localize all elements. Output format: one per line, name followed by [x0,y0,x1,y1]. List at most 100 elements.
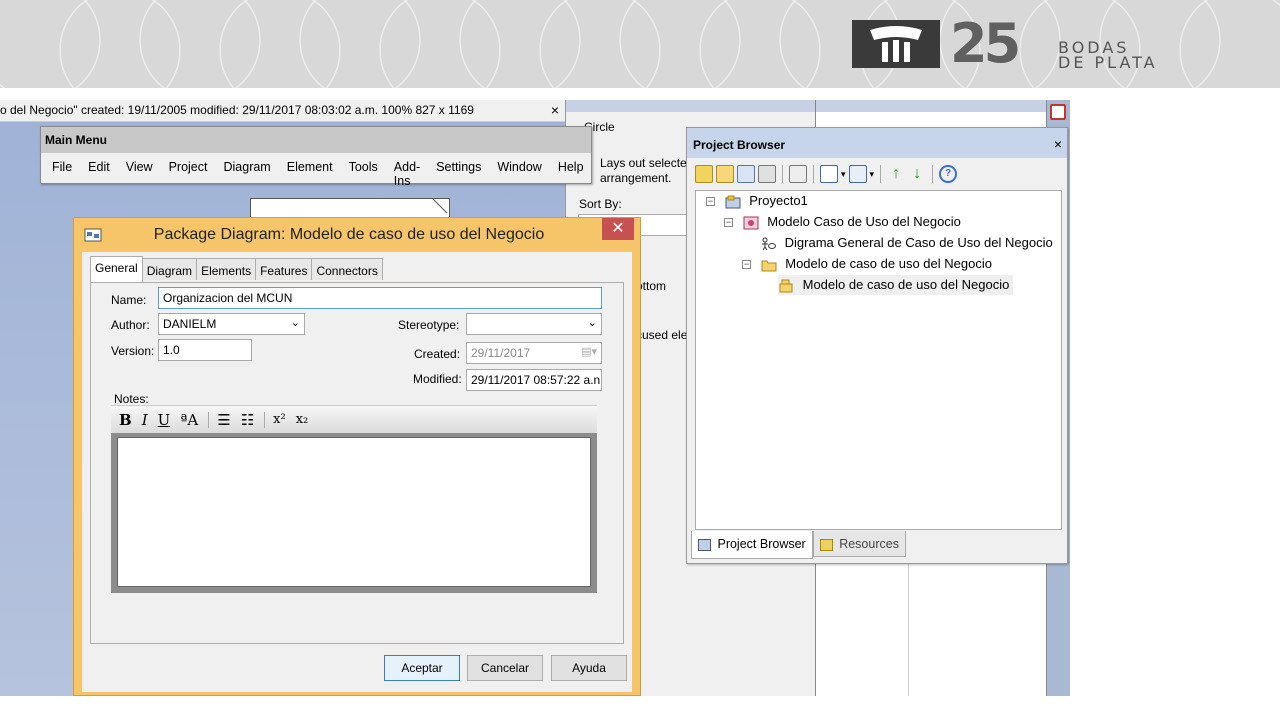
main-menu-title: Main Menu [41,127,591,153]
tree-item-label: Proyecto1 [749,193,808,208]
properties-divider [908,562,909,696]
subscript-button[interactable]: x₂ [296,412,309,427]
window-icon[interactable] [848,165,867,183]
toolbar-separator [813,165,814,183]
author-value: DANIELM [163,317,217,331]
use-case-diagram-icon [760,237,776,251]
help-icon[interactable]: ? [939,165,958,183]
collapse-icon[interactable]: − [742,260,751,270]
chevron-down-icon[interactable]: ▾ [841,169,846,180]
stereotype-label: Stereotype: [398,318,460,332]
main-menu-bar: File Edit View Project Diagram Element T… [41,153,591,188]
tree-item-modelo-caso-folder[interactable]: − Modelo de caso de uso del Negocio [742,254,992,274]
tree-item-proyecto1[interactable]: − Proyecto1 [706,191,808,211]
new-package-icon[interactable] [716,165,734,183]
logo-text-line2: DE PLATA [1058,53,1158,72]
palette-title-bar [566,100,815,112]
menu-settings[interactable]: Settings [436,160,481,188]
package-diagram-dialog: Package Diagram: Modelo de caso de uso d… [73,217,641,696]
tab-general[interactable]: General [90,256,143,282]
modified-label: Modified: [413,372,462,386]
tree-item-modelo-caso-diagram[interactable]: Modelo de caso de uso del Negocio [778,275,1014,295]
find-icon[interactable] [789,165,807,183]
palette-desc-line2: arrangement. [600,171,672,185]
author-select[interactable]: DANIELM ⌄ [158,313,305,335]
chevron-down-icon[interactable]: ▾ [870,169,875,180]
palette-desc-line1: Lays out selectec [600,156,693,170]
italic-button[interactable]: I [142,411,148,429]
logo-icon [852,20,940,68]
menu-add-ins[interactable]: Add-Ins [394,160,420,188]
arrow-up-icon[interactable]: ↑ [887,165,905,183]
project-browser-window: Project Browser × ▾ ▾ ↑ ↓ ? − Proyecto1 … [686,127,1068,564]
tab-diagram[interactable]: Diagram [141,258,198,280]
tree-item-digrama-general[interactable]: Digrama General de Caso de Uso del Negoc… [760,233,1053,253]
bold-button[interactable]: B [119,411,132,429]
menu-help[interactable]: Help [558,160,584,188]
menu-window[interactable]: Window [497,160,541,188]
bullet-list-icon[interactable]: ☰ [217,411,230,429]
collapse-icon[interactable]: − [706,197,715,207]
status-close-icon[interactable]: × [551,102,559,118]
collapse-icon[interactable]: − [724,218,733,228]
tree-item-label: Modelo de caso de uso del Negocio [785,256,992,271]
name-input[interactable]: Organizacion del MCUN [158,287,602,309]
project-browser-close-icon[interactable]: × [1054,136,1062,152]
help-button[interactable]: Ayuda [551,655,627,681]
menu-project[interactable]: Project [169,160,208,188]
menu-view[interactable]: View [126,160,153,188]
project-icon [698,538,711,551]
main-menu-window: Main Menu File Edit View Project Diagram… [40,126,592,188]
ok-button[interactable]: Aceptar [384,655,460,681]
toolbar-separator [264,411,266,428]
document-icon[interactable] [820,165,838,183]
tab-label: Project Browser [717,537,806,551]
new-diagram-icon[interactable] [737,165,755,183]
version-input[interactable]: 1.0 [158,339,252,361]
tab-project-browser[interactable]: Project Browser [691,531,813,559]
tab-label: Resources [839,537,899,551]
dialog-tabs: General Diagram Elements Features Connec… [90,256,383,282]
chevron-down-icon: ⌄ [587,317,597,329]
underline-button[interactable]: U [158,411,171,429]
project-icon [725,195,741,209]
dialog-title: Package Diagram: Modelo de caso de uso d… [153,226,545,243]
new-model-icon[interactable] [695,165,713,183]
calendar-icon: ▤▾ [581,346,597,358]
cancel-button[interactable]: Cancelar [467,655,543,681]
project-browser-toolbar: ▾ ▾ ↑ ↓ ? [695,162,958,186]
properties-title-bar [816,100,1047,112]
font-color-button[interactable]: ªA [180,411,198,429]
notes-textarea[interactable] [117,437,591,587]
tab-resources[interactable]: Resources [812,531,906,557]
diagram-status-bar: o del Negocio" created: 19/11/2005 modif… [0,100,565,122]
notes-editor-frame [111,433,597,593]
arrow-down-icon[interactable]: ↓ [908,165,926,183]
document-icon[interactable] [1050,104,1066,120]
superscript-button[interactable]: x² [273,412,286,427]
stereotype-select[interactable]: ⌄ [466,313,602,335]
notes-label: Notes: [114,392,149,406]
project-tree: − Proyecto1 − Modelo Caso de Uso del Neg… [695,190,1062,530]
menu-edit[interactable]: Edit [88,160,110,188]
new-element-icon[interactable] [758,165,776,183]
menu-tools[interactable]: Tools [349,160,378,188]
project-browser-title-bar: Project Browser × [687,128,1067,158]
menu-element[interactable]: Element [287,160,333,188]
menu-file[interactable]: File [52,160,72,188]
menu-diagram[interactable]: Diagram [223,160,270,188]
version-label: Version: [111,344,155,358]
tab-elements[interactable]: Elements [196,258,257,280]
tab-features[interactable]: Features [255,258,313,280]
model-package-icon [743,216,759,230]
tree-item-label: Modelo Caso de Uso del Negocio [767,214,961,229]
tree-item-modelo-caso-uso[interactable]: − Modelo Caso de Uso del Negocio [724,212,961,232]
author-label: Author: [111,318,150,332]
numbered-list-icon[interactable]: ☷ [241,411,254,429]
dialog-close-button[interactable]: ✕ [602,218,634,240]
modified-date-field: 29/11/2017 08:57:22 a.n [466,369,602,391]
toolbar-separator [880,165,882,183]
logo-number: 25 [950,12,1021,75]
tab-connectors[interactable]: Connectors [311,258,383,280]
created-value: 29/11/2017 [471,346,531,360]
